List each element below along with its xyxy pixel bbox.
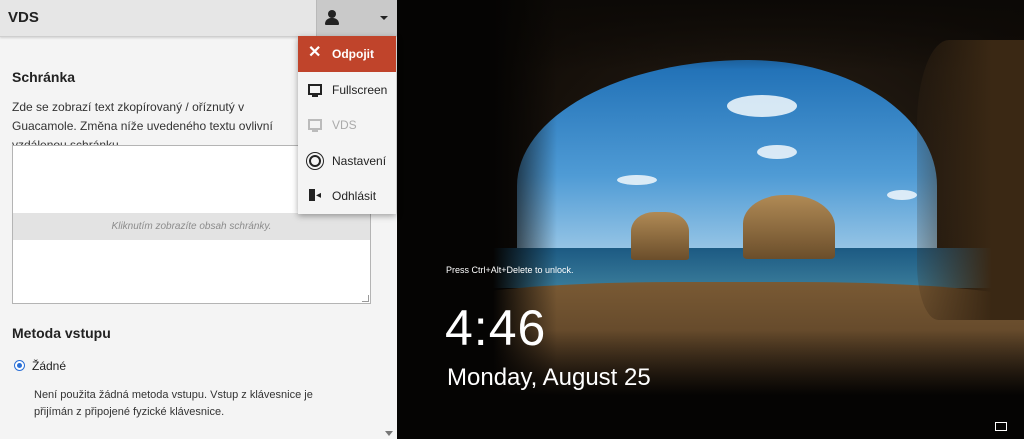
cloud-shape <box>757 145 797 159</box>
input-method-none-description: Není použita žádná metoda vstupu. Vstup … <box>34 389 313 418</box>
menu-item-disconnect[interactable]: ✕ Odpojit <box>298 36 396 72</box>
cloud-shape <box>617 175 657 185</box>
menu-item-label: Odpojit <box>332 47 374 61</box>
radio-selected-icon[interactable] <box>14 360 25 371</box>
lockscreen-wallpaper <box>517 60 937 270</box>
remote-desktop-display[interactable]: Press Ctrl+Alt+Delete to unlock. 4:46 Mo… <box>397 0 1024 439</box>
resize-handle-icon[interactable] <box>362 295 369 302</box>
clipboard-hint[interactable]: Kliknutím zobrazíte obsah schránky. <box>13 213 370 240</box>
cloud-shape <box>727 95 797 117</box>
menu-item-label: Fullscreen <box>332 83 388 97</box>
menu-item-label: VDS <box>332 118 357 132</box>
menu-item-fullscreen[interactable]: Fullscreen <box>298 72 396 108</box>
scroll-down-icon[interactable] <box>385 431 393 436</box>
monitor-icon <box>308 83 322 97</box>
user-icon <box>325 10 339 26</box>
lockscreen-date: Monday, August 25 <box>447 364 651 391</box>
user-menu-button[interactable] <box>316 0 397 36</box>
input-method-none-label[interactable]: Žádné <box>32 359 66 373</box>
menu-item-settings[interactable]: Nastavení <box>298 143 396 179</box>
unlock-hint: Press Ctrl+Alt+Delete to unlock. <box>446 265 574 275</box>
monitor-icon <box>308 118 322 132</box>
input-method-title: Metoda vstupu <box>12 325 111 341</box>
rock-shape <box>631 212 689 260</box>
menu-item-label: Odhlásit <box>332 189 377 203</box>
sidebar-header: VDS <box>0 0 397 37</box>
menu-item-logout[interactable]: ◂ Odhlásit <box>298 178 396 214</box>
user-dropdown-menu: ✕ Odpojit Fullscreen VDS Nastavení ◂ Odh… <box>298 36 396 214</box>
rock-shape <box>743 195 835 259</box>
lockscreen-time: 4:46 <box>445 300 547 356</box>
connection-title: VDS <box>8 9 39 26</box>
chevron-down-icon <box>380 16 388 20</box>
network-icon[interactable] <box>995 422 1007 431</box>
gear-icon <box>308 154 322 168</box>
menu-item-vds: VDS <box>298 107 396 143</box>
cave-shape <box>917 40 1024 320</box>
menu-item-label: Nastavení <box>332 154 387 168</box>
logout-icon: ◂ <box>308 189 322 203</box>
clipboard-title: Schránka <box>12 69 76 85</box>
close-icon: ✕ <box>308 44 322 61</box>
cloud-shape <box>887 190 917 200</box>
